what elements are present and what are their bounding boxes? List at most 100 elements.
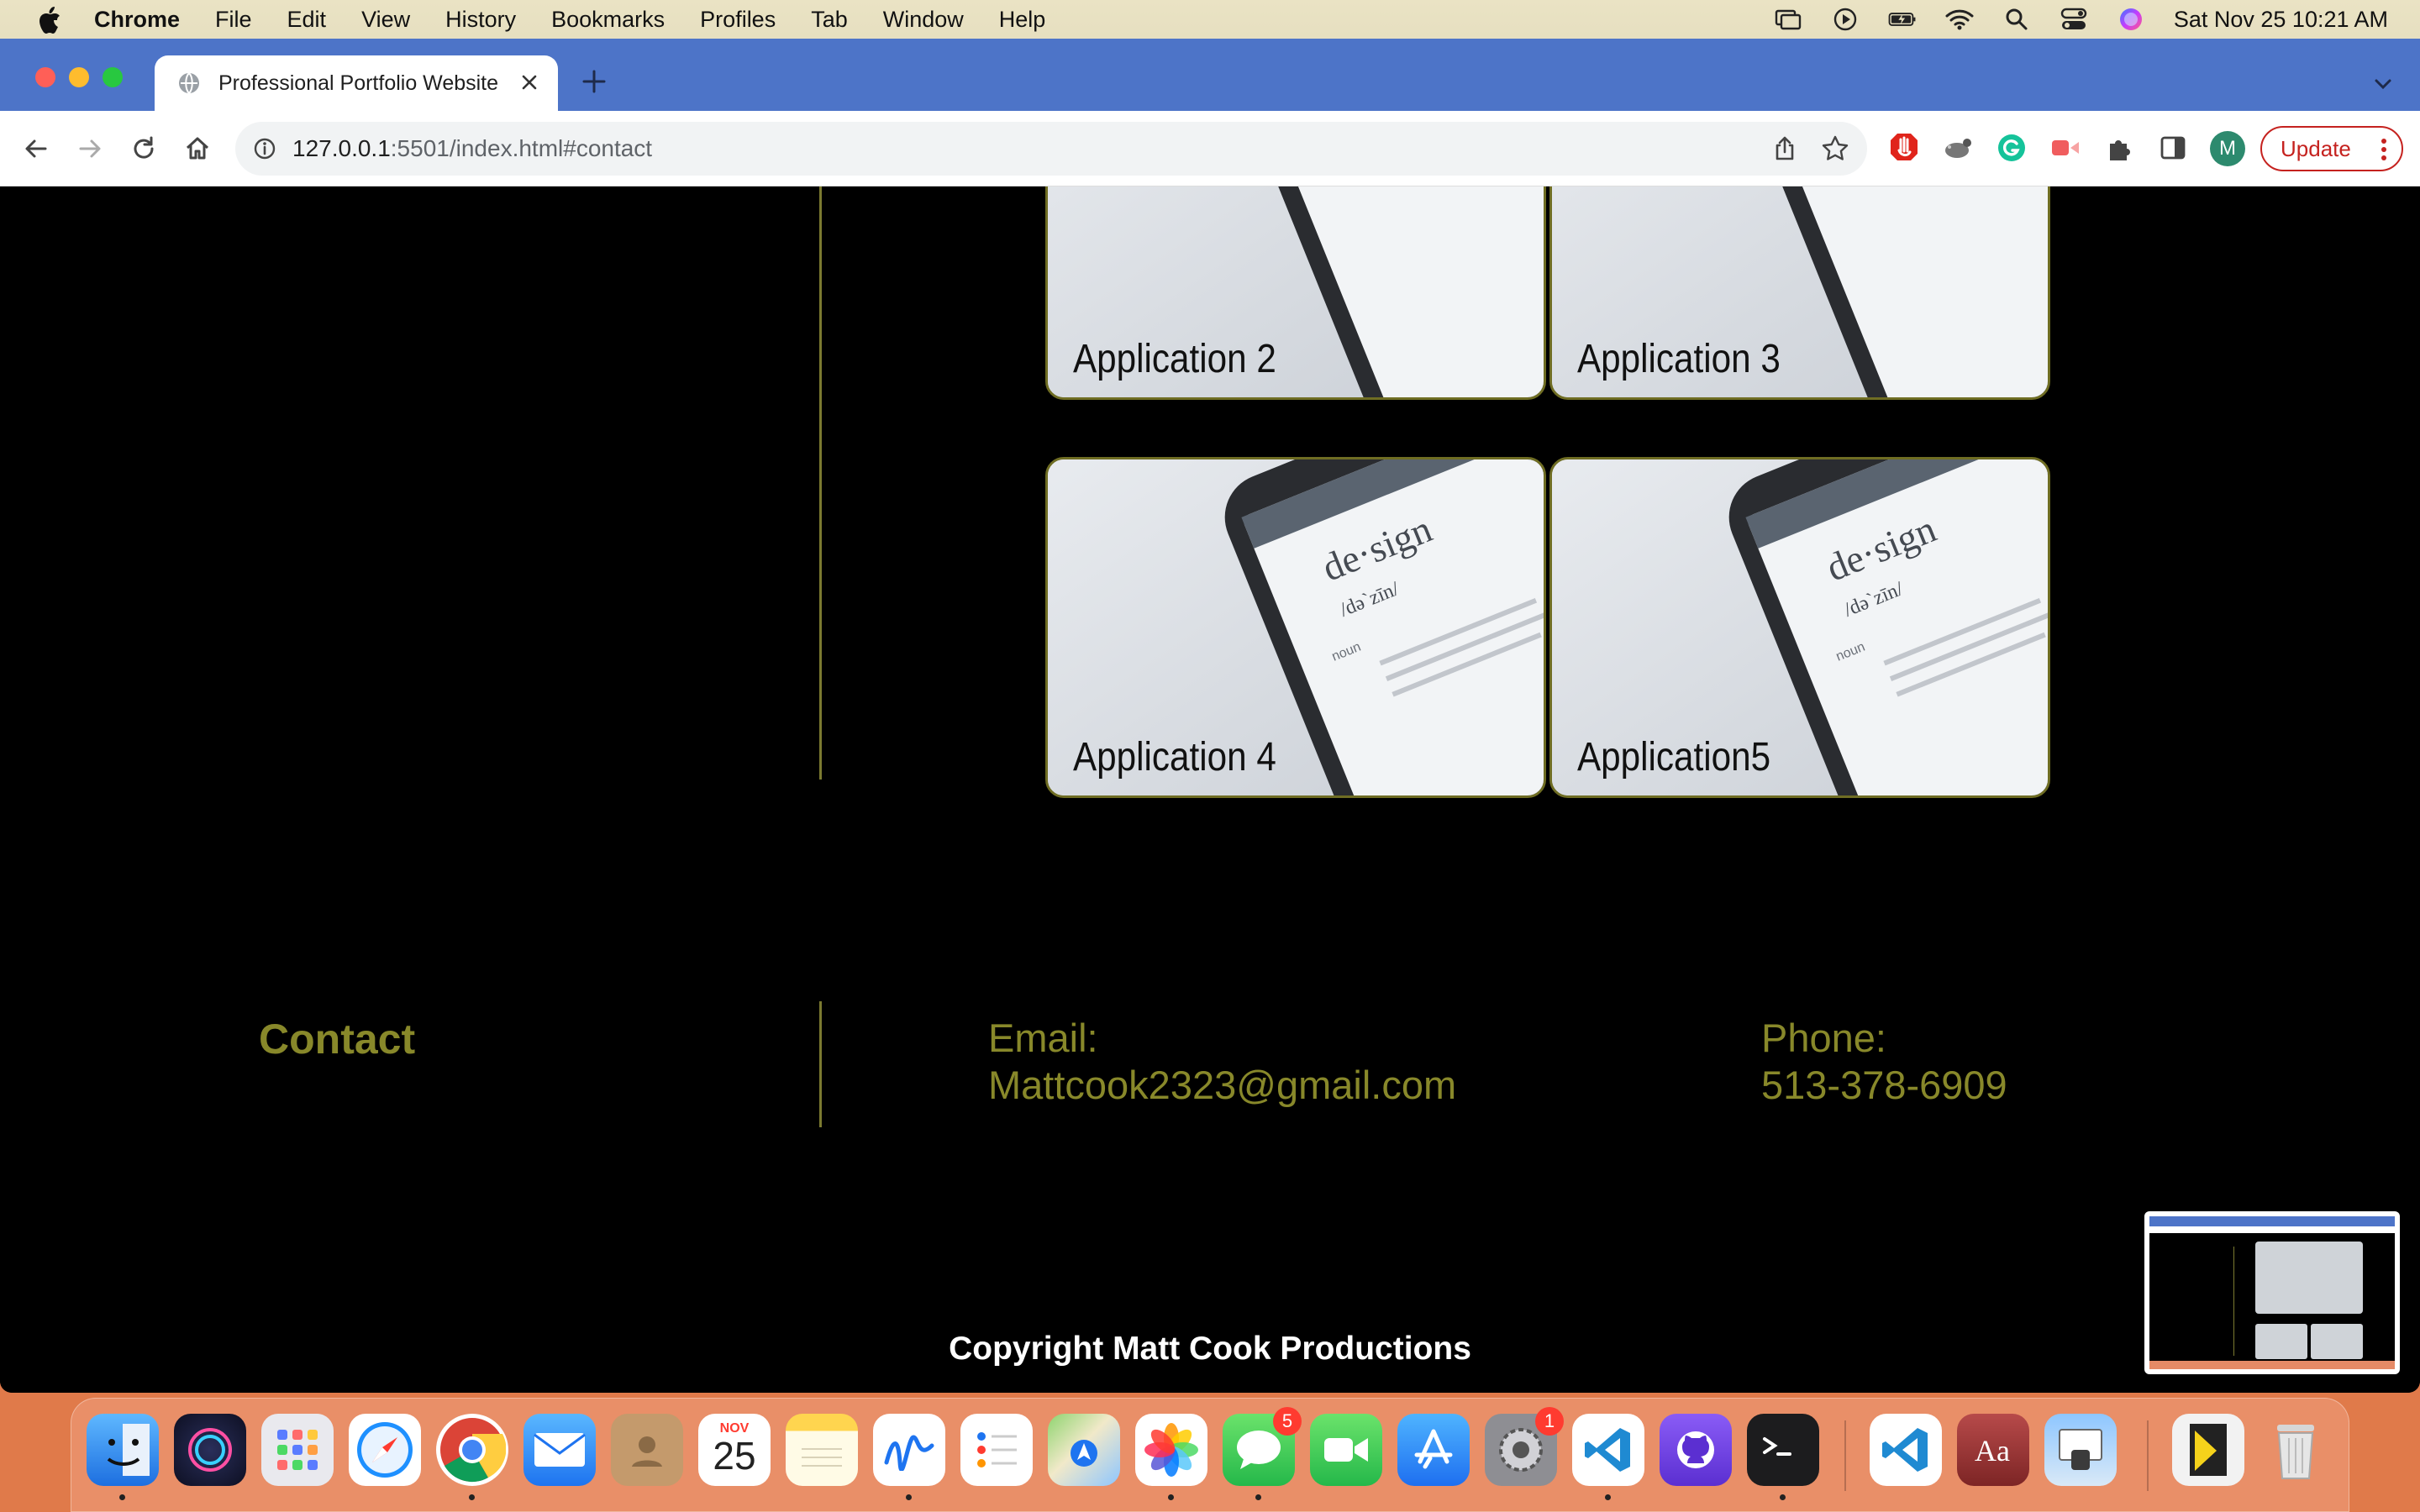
downloads-stack-icon[interactable] (2172, 1414, 2244, 1486)
contact-divider-line (819, 1001, 822, 1127)
preview-icon[interactable] (2044, 1414, 2117, 1486)
spotlight-search-icon[interactable] (2002, 7, 2031, 32)
running-indicator (1255, 1494, 1261, 1500)
active-tab[interactable]: Professional Portfolio Website (155, 55, 558, 111)
play-icon[interactable] (1831, 7, 1860, 32)
webpage-viewport[interactable]: Application 2 Application 3 de·sign /də`… (0, 186, 2420, 1393)
portfolio-card-application-3[interactable]: Application 3 (1549, 186, 2050, 400)
calendar-icon[interactable]: NOV 25 (698, 1414, 771, 1486)
siri-icon[interactable] (2117, 7, 2145, 32)
screen-recorder-extension-icon[interactable] (2047, 129, 2084, 166)
reminders-icon[interactable] (960, 1414, 1033, 1486)
email-block: Email: Mattcook2323@gmail.com (988, 1015, 1456, 1109)
menu-view[interactable]: View (344, 7, 428, 33)
menu-edit[interactable]: Edit (270, 7, 345, 33)
update-button[interactable]: Update (2260, 126, 2403, 171)
section-divider-line (819, 186, 822, 780)
site-info-icon[interactable] (252, 136, 277, 161)
terminal-icon[interactable] (1747, 1414, 1819, 1486)
back-arrow-icon[interactable] (18, 131, 54, 166)
menubar-clock[interactable]: Sat Nov 25 10:21 AM (2174, 7, 2388, 33)
messages-badge: 5 (1273, 1407, 1302, 1436)
home-icon[interactable] (180, 131, 215, 166)
trash-icon[interactable] (2260, 1414, 2332, 1486)
menu-file[interactable]: File (197, 7, 270, 33)
calendar-day: 25 (713, 1434, 756, 1478)
side-panel-icon[interactable] (2154, 129, 2191, 166)
mail-icon[interactable] (523, 1414, 596, 1486)
photos-icon[interactable] (1135, 1414, 1207, 1486)
screenshot-preview-thumbnail[interactable] (2144, 1211, 2400, 1374)
portfolio-card-application5[interactable]: de·sign /də`zīn/ noun Application5 (1549, 457, 2050, 798)
card-label: Application 2 (1073, 337, 1276, 381)
screen-mirroring-icon[interactable] (1774, 7, 1802, 32)
svg-text:Aa: Aa (1975, 1434, 2010, 1467)
browser-toolbar: 127.0.0.1:5501/index.html#contact M Upda… (0, 111, 2420, 186)
reload-icon[interactable] (126, 131, 161, 166)
app-store-icon[interactable] (1397, 1414, 1470, 1486)
fullscreen-window-button[interactable] (103, 67, 123, 87)
contact-heading: Contact (259, 1016, 416, 1063)
menu-profiles[interactable]: Profiles (682, 7, 793, 33)
safari-icon[interactable] (349, 1414, 421, 1486)
update-button-label: Update (2281, 135, 2351, 161)
running-indicator (1168, 1494, 1174, 1500)
bookmark-star-icon[interactable] (1820, 134, 1850, 164)
freeform-icon[interactable] (873, 1414, 945, 1486)
launchpad-icon[interactable] (261, 1414, 334, 1486)
portfolio-card-application-4[interactable]: de·sign /də`zīn/ noun Application 4 (1045, 457, 1546, 798)
settings-badge: 1 (1535, 1407, 1564, 1436)
macos-menu-bar: Chrome File Edit View History Bookmarks … (0, 0, 2420, 39)
email-label: Email: (988, 1016, 1098, 1060)
facetime-icon[interactable] (1310, 1414, 1382, 1486)
dictionary-icon[interactable]: Aa (1957, 1414, 2029, 1486)
apple-menu-icon[interactable] (27, 0, 72, 39)
minimize-window-button[interactable] (69, 67, 89, 87)
wifi-icon[interactable] (1945, 7, 1974, 32)
running-indicator (469, 1494, 475, 1500)
url-path: :5501/index.html#contact (390, 135, 653, 161)
address-bar[interactable]: 127.0.0.1:5501/index.html#contact (235, 122, 1867, 176)
phone-value[interactable]: 513-378-6909 (1761, 1062, 2007, 1109)
email-value[interactable]: Mattcook2323@gmail.com (988, 1062, 1456, 1109)
grammarly-icon[interactable] (1993, 129, 2030, 166)
menu-bookmarks[interactable]: Bookmarks (534, 7, 682, 33)
maps-icon[interactable] (1048, 1414, 1120, 1486)
portfolio-card-application-2[interactable]: Application 2 (1045, 186, 1546, 400)
vscode-icon[interactable] (1572, 1414, 1644, 1486)
extension-gecko-icon[interactable] (1939, 129, 1976, 166)
contacts-icon[interactable] (611, 1414, 683, 1486)
url-text: 127.0.0.1:5501/index.html#contact (292, 135, 652, 162)
finder-icon[interactable] (87, 1414, 159, 1486)
tab-strip: Professional Portfolio Website (0, 39, 2420, 111)
running-indicator (119, 1494, 125, 1500)
close-window-button[interactable] (35, 67, 55, 87)
tab-search-chevron-icon[interactable] (2371, 72, 2395, 96)
extensions-puzzle-icon[interactable] (2101, 129, 2138, 166)
menu-app-name[interactable]: Chrome (72, 7, 197, 33)
menu-tab[interactable]: Tab (793, 7, 865, 33)
notes-icon[interactable] (786, 1414, 858, 1486)
dock-separator (2147, 1420, 2149, 1491)
vscode-recent-icon[interactable] (1870, 1414, 1942, 1486)
siri-app-icon[interactable] (174, 1414, 246, 1486)
github-desktop-icon[interactable] (1660, 1414, 1732, 1486)
more-menu-icon[interactable] (2380, 138, 2388, 161)
card-label: Application 3 (1577, 337, 1781, 381)
battery-icon[interactable] (1888, 7, 1917, 32)
control-center-icon[interactable] (2060, 7, 2088, 32)
system-settings-icon[interactable]: 1 (1485, 1407, 1564, 1486)
share-icon[interactable] (1770, 134, 1800, 164)
menu-window[interactable]: Window (865, 7, 981, 33)
close-tab-icon[interactable] (518, 71, 541, 94)
menu-help[interactable]: Help (981, 7, 1064, 33)
menu-history[interactable]: History (428, 7, 534, 33)
adblock-extension-icon[interactable] (1886, 129, 1923, 166)
chrome-icon[interactable] (436, 1414, 508, 1486)
running-indicator (906, 1494, 912, 1500)
profile-avatar[interactable]: M (2210, 131, 2245, 166)
messages-icon[interactable]: 5 (1223, 1407, 1302, 1486)
new-tab-plus-icon[interactable] (580, 67, 608, 96)
globe-icon (176, 71, 202, 96)
forward-arrow-icon[interactable] (72, 131, 108, 166)
